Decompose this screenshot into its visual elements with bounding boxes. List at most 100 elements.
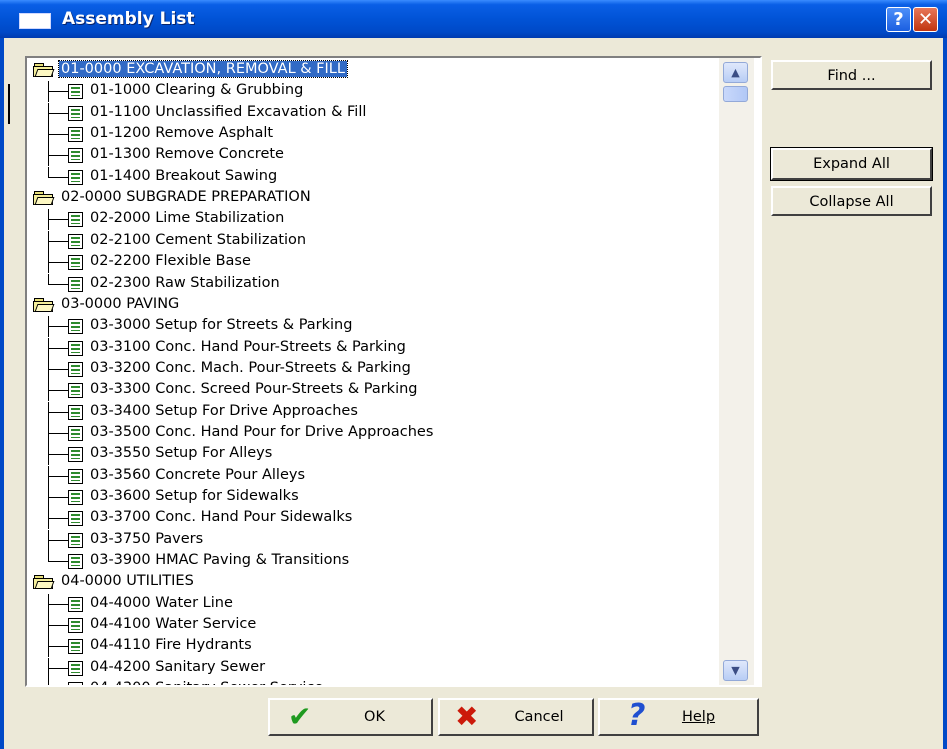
collapse-all-label: Collapse All — [809, 194, 894, 210]
vertical-scrollbar[interactable]: ▲ ▼ — [719, 58, 754, 685]
tree-item[interactable]: 04-4300 Sanitary Sewer Service — [27, 679, 719, 685]
background-fragment — [8, 84, 12, 124]
assembly-tree[interactable]: 01-0000 EXCAVATION, REMOVAL & FILL 01-100… — [25, 56, 762, 687]
tree-branch — [48, 347, 68, 349]
tree-item[interactable]: 01-1100 Unclassified Excavation & Fill — [27, 102, 719, 124]
find-button[interactable]: Find ... — [771, 60, 932, 90]
tree-item[interactable]: 01-1400 Breakout Sawing — [27, 166, 719, 188]
tree-branch — [48, 667, 68, 669]
document-icon — [68, 276, 83, 292]
tree-node-label: 01-1100 Unclassified Excavation & Fill — [90, 103, 367, 120]
document-icon — [68, 554, 83, 570]
ok-button[interactable]: ✔ OK — [268, 698, 433, 736]
tree-node-label: 03-3500 Conc. Hand Pour for Drive Approa… — [90, 423, 434, 440]
window-border-right — [943, 38, 947, 749]
title-bar[interactable]: Assembly List ? ✕ — [0, 0, 947, 38]
tree-node-label: 01-1400 Breakout Sawing — [90, 167, 278, 184]
tree-group[interactable]: 01-0000 EXCAVATION, REMOVAL & FILL — [27, 60, 719, 81]
tree-item[interactable]: 03-3550 Setup For Alleys — [27, 444, 719, 466]
tree-group[interactable]: 03-0000 PAVING — [27, 295, 719, 316]
tree-node-label: 01-0000 EXCAVATION, REMOVAL & FILL — [58, 60, 348, 78]
scroll-down-button[interactable]: ▼ — [723, 660, 748, 681]
tree-item[interactable]: 02-2300 Raw Stabilization — [27, 273, 719, 295]
tree-node-label: 03-3550 Setup For Alleys — [90, 445, 273, 462]
document-icon — [68, 340, 83, 356]
scroll-thumb[interactable] — [723, 86, 748, 102]
tree-branch — [48, 539, 68, 541]
tree-item[interactable]: 03-3300 Conc. Screed Pour-Streets & Park… — [27, 380, 719, 402]
tree-item[interactable]: 02-2100 Cement Stabilization — [27, 230, 719, 252]
tree-item[interactable]: 03-3560 Concrete Pour Alleys — [27, 465, 719, 487]
tree-item[interactable]: 04-4100 Water Service — [27, 615, 719, 637]
find-button-label: Find ... — [827, 68, 876, 84]
tree-item[interactable]: 02-2200 Flexible Base — [27, 252, 719, 274]
cancel-button[interactable]: ✖ Cancel — [438, 698, 594, 736]
tree-branch — [48, 390, 68, 392]
tree-branch — [48, 454, 68, 456]
tree-node-label: 03-3750 Pavers — [90, 530, 204, 547]
tree-branch — [48, 475, 68, 477]
tree-item[interactable]: 03-3500 Conc. Hand Pour for Drive Approa… — [27, 422, 719, 444]
x-icon: ✖ — [455, 700, 479, 733]
window-border-left — [0, 38, 4, 749]
tree-item[interactable]: 04-4000 Water Line — [27, 593, 719, 615]
tree-node-label: 02-2200 Flexible Base — [90, 253, 251, 270]
tree-node-label: 02-2300 Raw Stabilization — [90, 274, 280, 291]
tree-branch — [48, 497, 68, 498]
document-icon — [68, 660, 83, 676]
tree-item[interactable]: 03-3200 Conc. Mach. Pour-Streets & Parki… — [27, 358, 719, 380]
tree-item[interactable]: 04-4110 Fire Hydrants — [27, 636, 719, 658]
tree-branch — [48, 219, 68, 221]
tree-branch — [48, 432, 68, 434]
close-button[interactable]: ✕ — [913, 7, 938, 32]
tree-item[interactable]: 03-3900 HMAC Paving & Transitions — [27, 551, 719, 572]
tree-item[interactable]: 02-2000 Lime Stabilization — [27, 209, 719, 231]
document-icon — [68, 84, 83, 100]
window-icon — [19, 13, 51, 29]
tree-node-label: 03-3200 Conc. Mach. Pour-Streets & Parki… — [90, 359, 411, 376]
tree-item[interactable]: 01-1200 Remove Asphalt — [27, 124, 719, 146]
help-button[interactable]: ? Help — [598, 698, 759, 736]
tree-group[interactable]: 02-0000 SUBGRADE PREPARATION — [27, 188, 719, 209]
tree-group[interactable]: 04-0000 UTILITIES — [27, 572, 719, 593]
folder-icon — [33, 297, 55, 312]
tree-item[interactable]: 04-4200 Sanitary Sewer — [27, 657, 719, 679]
tree-branch — [48, 646, 68, 648]
tree-branch — [48, 326, 68, 328]
collapse-all-button[interactable]: Collapse All — [771, 186, 932, 216]
window-title: Assembly List — [62, 9, 195, 29]
tree-branch — [48, 176, 68, 178]
tree-node-label: 03-3300 Conc. Screed Pour-Streets & Park… — [90, 381, 418, 398]
tree-node-label: 03-3700 Conc. Hand Pour Sidewalks — [90, 509, 353, 526]
tree-item[interactable]: 01-1000 Clearing & Grubbing — [27, 81, 719, 103]
tree-branch — [48, 411, 68, 413]
tree-item[interactable]: 03-3700 Conc. Hand Pour Sidewalks — [27, 508, 719, 530]
tree-item[interactable]: 03-3600 Setup for Sidewalks — [27, 487, 719, 508]
tree-connector — [48, 679, 49, 685]
tree-branch — [48, 368, 68, 370]
document-icon — [68, 319, 83, 335]
help-title-button[interactable]: ? — [886, 7, 911, 32]
folder-icon — [33, 575, 55, 590]
tree-content: 01-0000 EXCAVATION, REMOVAL & FILL 01-100… — [27, 58, 719, 685]
tree-item[interactable]: 01-1300 Remove Concrete — [27, 145, 719, 167]
document-icon — [68, 468, 83, 484]
tree-item[interactable]: 03-3750 Pavers — [27, 529, 719, 551]
expand-all-button[interactable]: Expand All — [770, 147, 933, 181]
tree-node-label: 03-3100 Conc. Hand Pour-Streets & Parkin… — [90, 338, 406, 355]
tree-branch — [48, 518, 68, 520]
document-icon — [68, 490, 83, 505]
tree-node-label: 03-3400 Setup For Drive Approaches — [90, 402, 358, 419]
tree-item[interactable]: 03-3100 Conc. Hand Pour-Streets & Parkin… — [27, 337, 719, 359]
tree-branch — [48, 134, 68, 136]
document-icon — [68, 148, 83, 164]
tree-branch — [48, 625, 68, 627]
scroll-up-button[interactable]: ▲ — [723, 62, 748, 83]
tree-branch — [48, 283, 68, 285]
tree-item[interactable]: 03-3000 Setup for Streets & Parking — [27, 316, 719, 338]
tree-branch — [48, 262, 68, 264]
tree-branch — [48, 240, 68, 242]
check-icon: ✔ — [288, 700, 312, 733]
tree-item[interactable]: 03-3400 Setup For Drive Approaches — [27, 401, 719, 423]
document-icon — [68, 682, 83, 685]
